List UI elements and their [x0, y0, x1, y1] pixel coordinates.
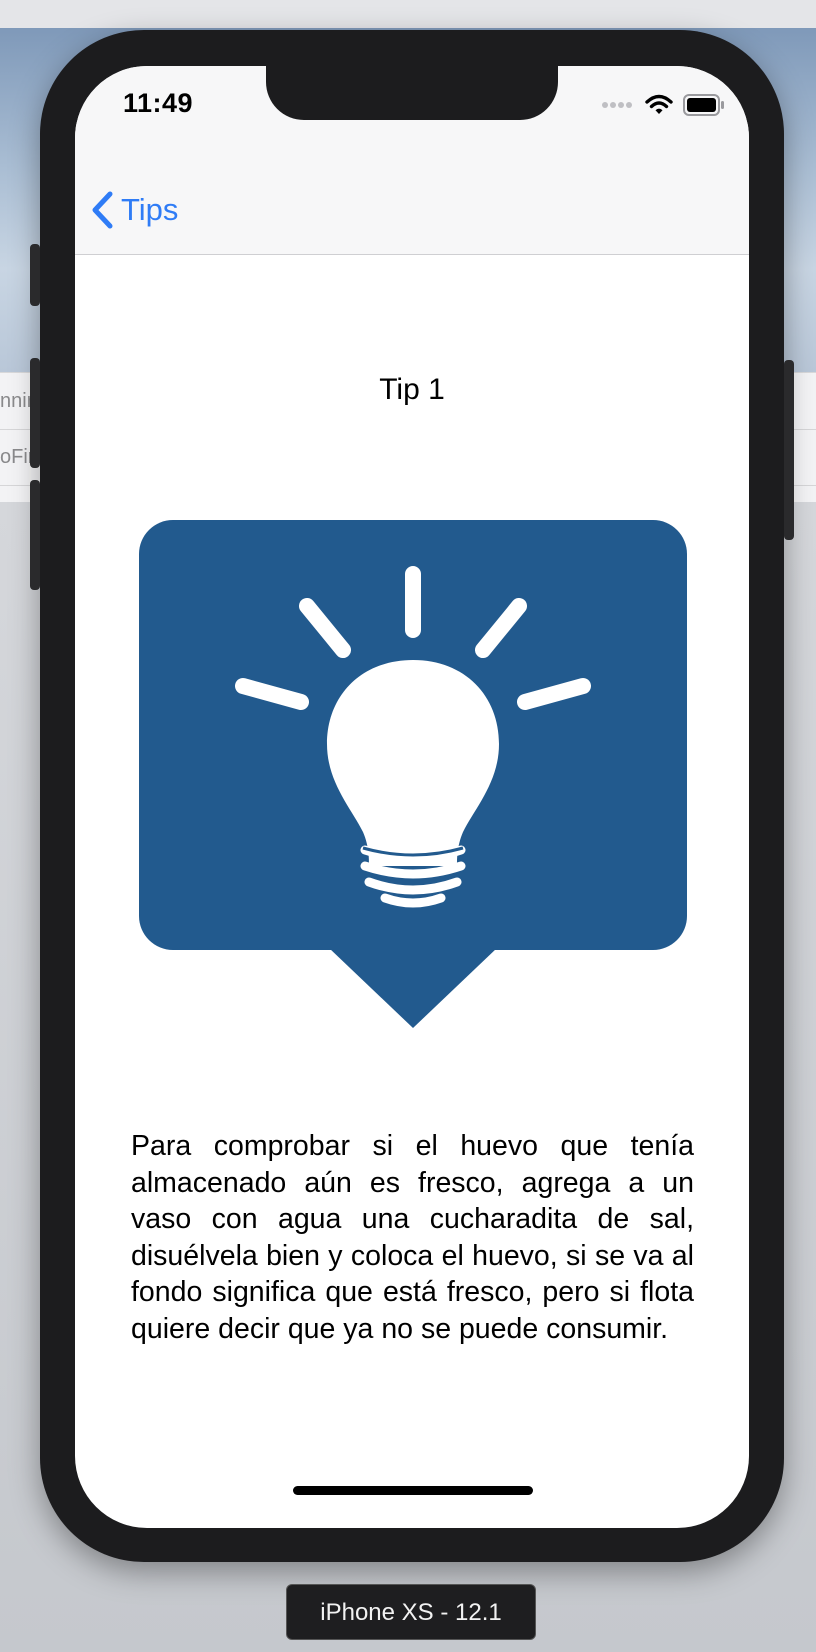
phone-screen: Tips 11:49 Tip 1 Para comprobar si el hu…: [75, 66, 749, 1528]
background-row-text: nnir: [0, 390, 34, 412]
tip-title: Tip 1: [379, 373, 445, 406]
simulator-device-label: iPhone XS - 12.1: [286, 1584, 536, 1640]
chevron-left-icon: [92, 191, 113, 229]
volume-up-button[interactable]: [30, 358, 40, 468]
volume-down-button[interactable]: [30, 480, 40, 590]
status-time: 11:49: [123, 88, 194, 118]
home-indicator[interactable]: [293, 1486, 533, 1495]
notch: [266, 66, 558, 120]
iphone-frame: Tips 11:49 Tip 1 Para comprobar si el hu…: [30, 30, 794, 1562]
mute-switch[interactable]: [30, 244, 40, 306]
cellular-signal-icon: [602, 102, 632, 108]
desktop-menu-strip: [0, 0, 816, 29]
power-button[interactable]: [784, 360, 794, 540]
lightbulb-speech-bubble-icon: [139, 520, 687, 1028]
tip-text: Para comprobar si el huevo que tenía alm…: [131, 1130, 694, 1345]
status-icons: [601, 94, 725, 116]
battery-icon: [683, 94, 724, 116]
back-button[interactable]: Tips: [89, 190, 178, 230]
wifi-icon: [645, 94, 673, 114]
back-button-label: Tips: [121, 192, 179, 227]
